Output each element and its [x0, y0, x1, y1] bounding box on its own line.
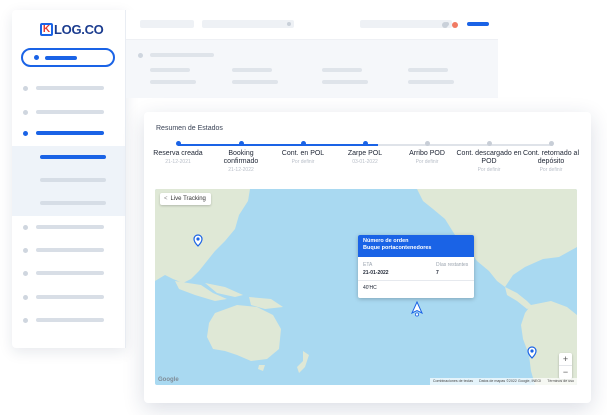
popup-divider	[358, 280, 474, 281]
top-bar	[126, 10, 498, 40]
step-dot-icon	[486, 141, 492, 146]
order-number-label: Número de orden	[363, 238, 409, 244]
sidebar-item-8[interactable]	[23, 316, 104, 324]
step-date: Por definir	[539, 167, 563, 173]
sidebar-item-placeholder	[36, 131, 104, 135]
dot-icon	[23, 130, 28, 136]
status-summary-card: Resumen de Estados Reserva creada 21-12-…	[144, 112, 591, 403]
live-tracking-tab[interactable]: < Live Tracking	[160, 193, 211, 205]
terms-link[interactable]: Términos de uso	[547, 379, 574, 384]
eta-label: ETA	[363, 262, 373, 268]
origin-pin-icon[interactable]	[193, 234, 203, 247]
column-placeholder	[232, 68, 272, 72]
vessel-type-label: Buque portacontenedores	[363, 245, 432, 251]
sidebar-item-active[interactable]	[23, 129, 104, 137]
days-left-value: 7	[436, 270, 439, 276]
notification-dot-icon[interactable]	[442, 22, 448, 28]
popup-header: Número de orden Buque portacontenedores	[358, 235, 474, 257]
google-logo: Google	[158, 377, 179, 383]
dot-icon	[23, 109, 28, 115]
button-label-placeholder	[45, 55, 77, 60]
step-label: Booking confirmado	[223, 150, 259, 165]
user-avatar[interactable]	[452, 22, 458, 28]
dot-icon	[23, 294, 28, 300]
zoom-controls: + −	[559, 353, 572, 379]
step-dot-icon	[175, 141, 181, 146]
submenu-item-active[interactable]	[40, 155, 106, 159]
chevron-left-icon: <	[164, 196, 168, 202]
row-placeholder	[322, 80, 368, 84]
logo-text: LOG.CO	[54, 22, 104, 37]
map-attribution: Combinaciones de teclas Datos de mapas ©…	[429, 378, 577, 385]
step-label: Cont. retornado al depósito	[522, 150, 580, 165]
container-type: 40'HC	[363, 285, 377, 291]
content-header	[126, 40, 498, 98]
sidebar-item-placeholder	[36, 295, 104, 299]
row-placeholder	[232, 80, 278, 84]
logo: K LOG.CO	[40, 22, 104, 37]
app-mockup: K LOG.CO Resumen de Estados Reserva crea…	[0, 0, 607, 415]
sidebar: K LOG.CO	[12, 10, 126, 348]
sidebar-item-placeholder	[36, 271, 104, 275]
sidebar-item-5[interactable]	[23, 246, 104, 254]
row-placeholder	[408, 80, 454, 84]
step-date: 21-12-2022	[228, 167, 254, 173]
column-placeholder	[322, 68, 362, 72]
status-step-7: Cont. retornado al depósito Por definir	[514, 141, 588, 173]
sidebar-item-placeholder	[36, 318, 104, 322]
top-bar-dropdown[interactable]	[202, 20, 294, 28]
sidebar-item-4[interactable]	[23, 223, 104, 231]
card-title: Resumen de Estados	[156, 125, 223, 132]
live-tracking-label: Live Tracking	[170, 196, 206, 202]
row-placeholder	[150, 80, 196, 84]
step-dot-icon	[362, 141, 368, 146]
tracking-map[interactable]: < Live Tracking Número de orden Buque po…	[155, 189, 577, 385]
dot-icon	[23, 85, 28, 91]
top-bar-field[interactable]	[140, 20, 194, 28]
dot-icon	[23, 270, 28, 276]
dot-icon	[34, 55, 39, 60]
sidebar-item-placeholder	[36, 248, 104, 252]
sidebar-item-placeholder	[36, 86, 104, 90]
submenu-item[interactable]	[40, 178, 106, 182]
column-placeholder	[150, 68, 190, 72]
step-dot-icon	[238, 141, 244, 146]
logo-mark: K	[40, 23, 53, 36]
keyboard-shortcuts-link[interactable]: Combinaciones de teclas	[433, 379, 473, 384]
dot-icon	[138, 53, 143, 58]
dot-icon	[23, 224, 28, 230]
submenu-item[interactable]	[40, 201, 106, 205]
eta-value: 21-01-2022	[363, 270, 389, 276]
dot-icon	[23, 247, 28, 253]
top-bar-action-button[interactable]	[467, 22, 489, 26]
destination-pin-icon[interactable]	[527, 346, 537, 359]
step-dot-icon	[300, 141, 306, 146]
sidebar-item-placeholder	[36, 110, 104, 114]
top-bar-search[interactable]	[360, 20, 452, 28]
header-placeholder	[150, 53, 214, 57]
sidebar-primary-button[interactable]	[21, 48, 115, 67]
sidebar-item-1[interactable]	[23, 84, 104, 92]
step-dot-icon	[548, 141, 554, 146]
zoom-in-button[interactable]: +	[559, 353, 572, 366]
step-dot-icon	[424, 141, 430, 146]
sidebar-item-6[interactable]	[23, 269, 104, 277]
vessel-marker-icon[interactable]	[410, 301, 424, 317]
map-data-credit: Datos de mapas ©2022 Google, INEGI	[479, 379, 542, 383]
column-placeholder	[408, 68, 448, 72]
sidebar-item-2[interactable]	[23, 108, 104, 116]
sidebar-item-placeholder	[36, 225, 104, 229]
dot-icon	[23, 317, 28, 323]
shipment-popup: Número de orden Buque portacontenedores …	[358, 235, 474, 298]
days-left-label: Días restantes	[436, 262, 469, 268]
sidebar-submenu	[12, 146, 125, 216]
sidebar-item-7[interactable]	[23, 293, 104, 301]
